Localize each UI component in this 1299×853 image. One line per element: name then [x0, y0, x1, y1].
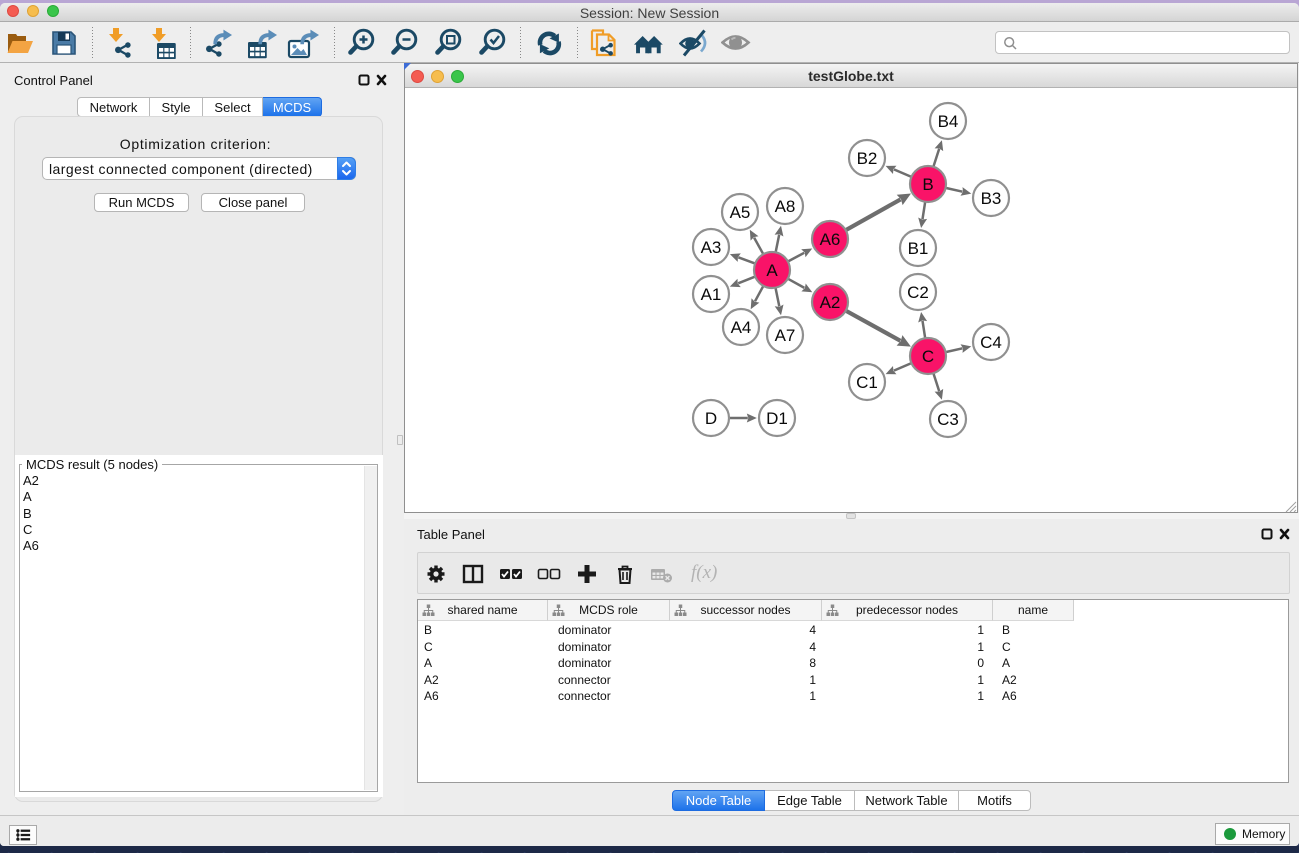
svg-text:A5: A5	[730, 203, 751, 222]
svg-text:D1: D1	[766, 409, 788, 428]
svg-text:B1: B1	[908, 239, 929, 258]
svg-text:B3: B3	[981, 189, 1002, 208]
svg-text:D: D	[705, 409, 717, 428]
svg-text:A4: A4	[731, 318, 752, 337]
svg-text:A: A	[766, 261, 778, 280]
svg-text:B2: B2	[857, 149, 878, 168]
svg-text:B4: B4	[938, 112, 959, 131]
svg-text:C2: C2	[907, 283, 929, 302]
svg-text:C4: C4	[980, 333, 1002, 352]
svg-text:C1: C1	[856, 373, 878, 392]
svg-text:A7: A7	[775, 326, 796, 345]
svg-text:A6: A6	[820, 230, 841, 249]
svg-text:A3: A3	[701, 238, 722, 257]
svg-text:A2: A2	[820, 293, 841, 312]
svg-text:A1: A1	[701, 285, 722, 304]
svg-text:B: B	[922, 175, 933, 194]
svg-text:A8: A8	[775, 197, 796, 216]
svg-text:C: C	[922, 347, 934, 366]
svg-text:C3: C3	[937, 410, 959, 429]
